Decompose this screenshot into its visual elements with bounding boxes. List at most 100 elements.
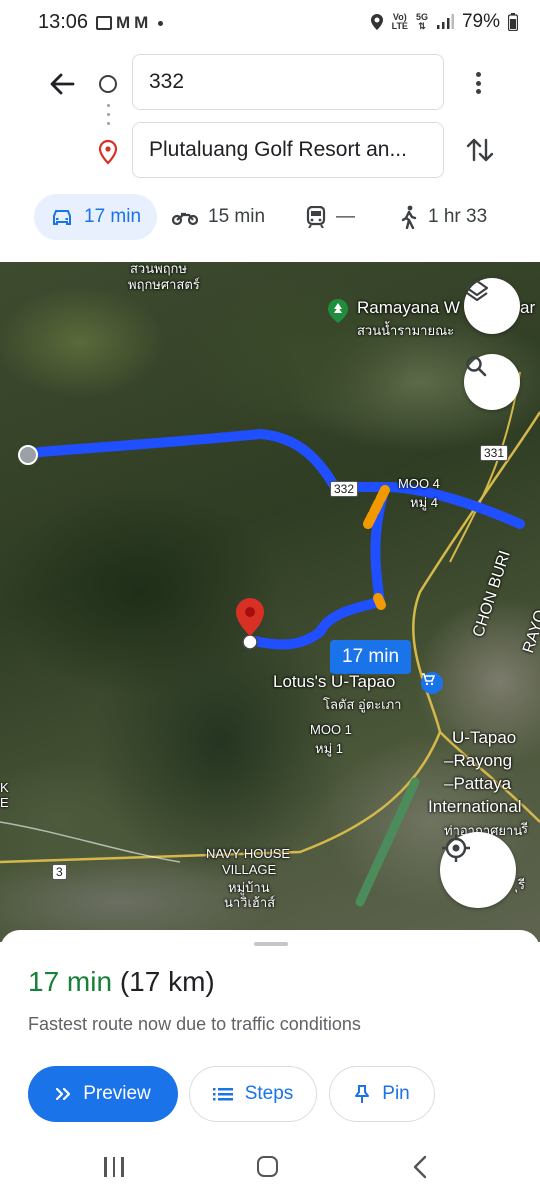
map-search-button[interactable] bbox=[464, 354, 520, 410]
steps-button[interactable]: Steps bbox=[189, 1066, 317, 1122]
route-line-branch bbox=[245, 482, 390, 650]
gallery-notification-icon bbox=[96, 16, 112, 30]
preview-button-label: Preview bbox=[83, 1083, 151, 1104]
layers-icon bbox=[465, 279, 489, 302]
tab-transit-label: — bbox=[336, 206, 355, 227]
map-label-navy-2: VILLAGE bbox=[222, 862, 277, 877]
more-notifications-icon bbox=[158, 20, 164, 26]
route-summary: 17 min (17 km) bbox=[28, 966, 215, 998]
map-label-lotus-thai: โลตัส อู่ตะเภา bbox=[323, 697, 402, 712]
park-poi-icon[interactable] bbox=[327, 298, 349, 324]
walk-icon bbox=[401, 205, 417, 229]
status-time: 13:06 bbox=[38, 11, 89, 33]
tab-drive-label: 17 min bbox=[84, 206, 142, 227]
arrow-back-icon bbox=[50, 73, 75, 95]
route-note: Fastest route now due to traffic conditi… bbox=[28, 1014, 361, 1034]
tab-motorcycle-label: 15 min bbox=[208, 206, 266, 227]
route-shield-331: 331 bbox=[480, 445, 509, 461]
tab-drive[interactable]: 17 min bbox=[34, 194, 158, 240]
map-label-moo4: MOO 4 bbox=[398, 476, 440, 491]
signal-icon bbox=[436, 14, 454, 29]
swap-button[interactable] bbox=[462, 132, 498, 168]
car-icon bbox=[53, 210, 71, 225]
map-label-right-cut: รี bbox=[521, 821, 528, 836]
map-label-lotus[interactable]: Lotus's U-Tapao bbox=[273, 672, 395, 692]
map-label-airport-2: –Rayong bbox=[444, 751, 513, 770]
map-label-airport-3: –Pattaya bbox=[444, 774, 512, 793]
travel-mode-tabs: 17 min 15 min — 1 hr 33 bbox=[0, 192, 540, 244]
preview-button[interactable]: Preview bbox=[28, 1066, 178, 1122]
back-button[interactable] bbox=[44, 66, 80, 102]
origin-circle-icon bbox=[99, 75, 117, 93]
map-label-ramayana-tail: ar bbox=[520, 298, 536, 317]
destination-field[interactable]: Plutaluang Golf Resort an... bbox=[132, 122, 444, 178]
pushpin-icon bbox=[355, 1085, 370, 1103]
volte-icon: Vo) LTE bbox=[391, 12, 408, 31]
status-bar: 13:06 M M Vo) LTE 5G ⇅ 79% bbox=[0, 0, 540, 44]
origin-field[interactable]: 332 bbox=[132, 54, 444, 110]
route-duration: 17 min bbox=[28, 966, 113, 997]
double-chevron-icon bbox=[56, 1087, 71, 1101]
map-label-moo1: MOO 1 bbox=[310, 722, 352, 737]
search-icon bbox=[466, 356, 487, 377]
destination-pin-icon bbox=[97, 139, 119, 165]
route-shield-332: 332 bbox=[330, 481, 359, 497]
home-button[interactable] bbox=[257, 1156, 278, 1177]
map-view[interactable]: สวนพฤกษ พฤกษศาสตร์ Ramayana W ar สวนน้ำร… bbox=[0, 262, 540, 942]
map-label-ramayana[interactable]: Ramayana W bbox=[357, 298, 460, 318]
map-label-top-thai: พฤกษศาสตร์ bbox=[128, 277, 200, 292]
route-distance: (17 km) bbox=[119, 966, 215, 997]
5g-icon: 5G ⇅ bbox=[415, 12, 428, 31]
route-summary-sheet: 17 min (17 km) Fastest route now due to … bbox=[0, 930, 540, 1145]
map-label-navy-thai-2: นาวิเฮ้าส์ bbox=[224, 895, 276, 910]
gmail-notification-icon: M bbox=[116, 13, 131, 32]
my-location-icon bbox=[442, 834, 470, 862]
more-vert-icon bbox=[475, 72, 481, 77]
pin-button-label: Pin bbox=[382, 1083, 410, 1104]
layers-button[interactable] bbox=[464, 278, 520, 334]
tab-walk[interactable]: 1 hr 33 bbox=[400, 194, 487, 240]
map-label-airport-1[interactable]: U-Tapao bbox=[452, 728, 516, 748]
more-options-button[interactable] bbox=[466, 68, 490, 98]
route-line bbox=[23, 429, 525, 529]
steps-button-label: Steps bbox=[244, 1083, 294, 1104]
map-label-airport-4: International bbox=[428, 797, 522, 816]
runway bbox=[355, 777, 420, 907]
route-start-dot bbox=[18, 445, 38, 465]
route-duration-label[interactable]: 17 min bbox=[330, 640, 412, 674]
shopping-cart-icon[interactable] bbox=[421, 672, 443, 694]
traffic-segment-2 bbox=[373, 593, 386, 610]
battery-icon bbox=[508, 13, 518, 31]
my-location-button[interactable] bbox=[440, 832, 516, 908]
map-label-left-cut-1: K bbox=[0, 780, 9, 795]
sheet-drag-handle[interactable] bbox=[254, 942, 288, 946]
map-label-left-cut-2: E bbox=[0, 795, 9, 810]
route-shield-3: 3 bbox=[52, 864, 67, 880]
map-label-right-cut-2: ุรี bbox=[518, 877, 525, 892]
map-label-ramayana-thai: สวนน้ำรามายณะ bbox=[357, 323, 455, 338]
map-label-moo1-thai: หมู่ 1 bbox=[315, 741, 343, 756]
destination-marker-icon bbox=[236, 598, 264, 636]
map-label-moo4-thai: หมู่ 4 bbox=[410, 495, 438, 510]
route-end-dot bbox=[242, 634, 258, 650]
gmail-notification-icon-2: M bbox=[134, 13, 149, 32]
directions-header: 332 Plutaluang Golf Resort an... 17 min … bbox=[0, 44, 540, 262]
tab-walk-label: 1 hr 33 bbox=[428, 206, 488, 227]
route-connector-dots bbox=[106, 104, 110, 134]
tab-transit[interactable]: — bbox=[306, 194, 355, 240]
tab-motorcycle[interactable]: 15 min bbox=[172, 194, 265, 240]
highway-road bbox=[0, 411, 540, 864]
recent-apps-button[interactable] bbox=[104, 1157, 124, 1177]
system-back-button[interactable] bbox=[410, 1155, 432, 1179]
list-icon bbox=[212, 1088, 233, 1101]
system-nav-bar bbox=[0, 1145, 540, 1200]
map-label-navy-1: NAVY HOUSE bbox=[206, 846, 291, 861]
motorcycle-icon bbox=[172, 212, 198, 226]
location-icon bbox=[370, 14, 383, 30]
transit-icon bbox=[306, 206, 326, 228]
battery-percent: 79% bbox=[461, 11, 500, 32]
pin-button[interactable]: Pin bbox=[329, 1066, 435, 1122]
chevron-left-icon bbox=[413, 1155, 427, 1179]
notification-icons: M M bbox=[96, 13, 164, 33]
swap-vert-icon bbox=[466, 138, 494, 162]
